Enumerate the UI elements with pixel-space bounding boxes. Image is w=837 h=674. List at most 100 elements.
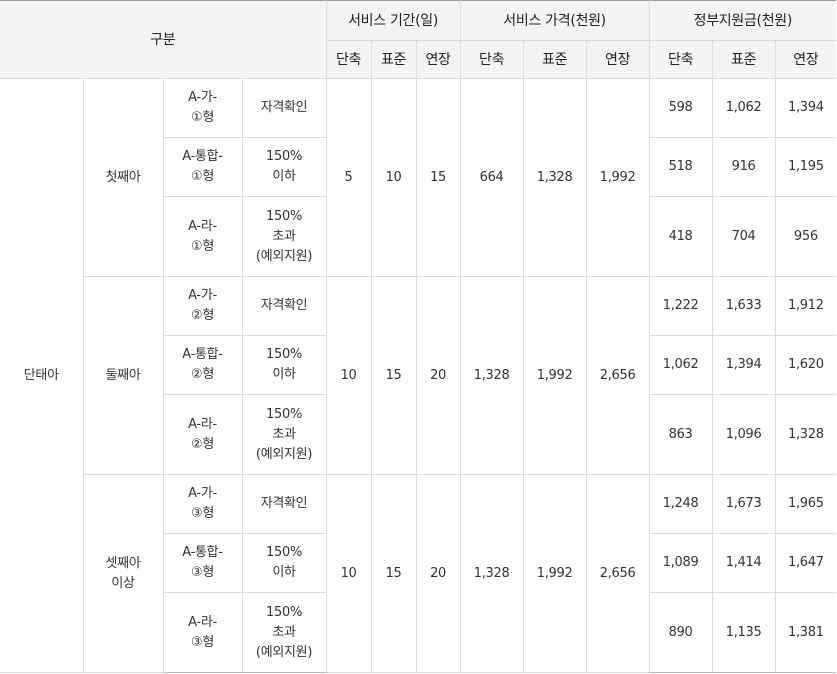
service-price-extended: 2,656 (585, 474, 650, 673)
subheader-price-standard: 표준 (522, 40, 587, 79)
subsidy-standard: 1,673 (711, 474, 776, 534)
eligibility-condition: 150% 이하 (241, 137, 327, 197)
eligibility-condition-line: 초과 (272, 624, 296, 640)
child-order-label: 둘째아 (83, 276, 164, 475)
eligibility-condition: 150% 초과 (예외지원) (241, 394, 327, 475)
service-type-line: ③형 (190, 565, 214, 580)
subheader-subsidy-short: 단축 (648, 40, 713, 79)
service-days-short: 10 (325, 474, 372, 673)
service-days-standard: 10 (370, 78, 417, 277)
service-type-line: ①형 (190, 169, 214, 184)
service-type: A-통합- ③형 (163, 533, 243, 593)
service-type-line: A-가- (188, 486, 217, 501)
eligibility-condition: 150% 이하 (241, 533, 327, 593)
child-order-line: 둘째아 (105, 367, 141, 383)
service-type-line: A-통합- (182, 545, 223, 560)
eligibility-condition: 자격확인 (241, 276, 327, 336)
subsidy-standard: 1,096 (711, 394, 776, 475)
service-type-line: ②형 (190, 308, 214, 323)
subsidy-short: 518 (648, 137, 713, 197)
subsidy-extended: 1,620 (774, 335, 837, 395)
eligibility-condition-line: 자격확인 (260, 100, 308, 115)
child-order-label: 첫째아 (82, 78, 164, 277)
subsidy-extended: 956 (774, 196, 837, 277)
service-price-short: 664 (459, 78, 524, 277)
subsidy-standard: 1,062 (711, 78, 776, 138)
eligibility-condition-line: 150% (266, 604, 302, 620)
service-type: A-가- ①형 (162, 78, 243, 138)
service-type-line: A-가- (188, 90, 217, 105)
child-order-label: 셋째아 이상 (83, 474, 164, 673)
service-type-line: A-통합- (182, 149, 223, 164)
subsidy-extended: 1,328 (774, 394, 837, 475)
service-type-line: A-통합- (182, 347, 223, 362)
subsidy-extended: 1,195 (774, 137, 837, 197)
eligibility-condition: 자격확인 (241, 474, 327, 534)
table-row: 둘째아 A-가- ②형 자격확인 10 15 20 1,328 1,992 2,656 1,222 1… (0, 276, 837, 475)
subsidy-extended: 1,965 (774, 474, 837, 534)
subsidy-short: 598 (648, 78, 713, 138)
eligibility-condition: 150% 이하 (241, 335, 327, 395)
child-order-line: 첫째아 (105, 169, 141, 185)
table-row: 단태아 첫째아 A-가- ①형 자격확인 5 10 15 664 1,328 1,992 598 1,0… (0, 78, 837, 673)
eligibility-condition-line: 150% (266, 347, 302, 362)
service-type: A-라- ①형 (163, 196, 243, 277)
service-type-line: A-라- (188, 218, 217, 234)
service-price-extended: 1,992 (585, 78, 650, 277)
service-type: A-라- ②형 (163, 394, 243, 475)
subsidy-standard: 1,394 (711, 335, 776, 395)
eligibility-condition-line: (예외지원) (255, 248, 313, 264)
subheader-subsidy-extended: 연장 (774, 40, 837, 79)
service-days-standard: 15 (370, 276, 417, 475)
service-price-extended: 2,656 (585, 276, 650, 475)
eligibility-condition-line: (예외지원) (255, 644, 313, 660)
eligibility-condition-line: 이하 (272, 169, 296, 184)
subheader-price-extended: 연장 (585, 40, 650, 79)
service-type-line: ①형 (190, 238, 214, 254)
eligibility-condition-line: 초과 (272, 228, 296, 244)
service-price-standard: 1,992 (522, 276, 587, 475)
service-type: A-라- ③형 (163, 592, 243, 673)
service-type: A-통합- ②형 (163, 335, 243, 395)
service-days-extended: 20 (415, 276, 461, 475)
eligibility-condition-line: 150% (266, 545, 302, 560)
eligibility-condition: 150% 초과 (예외지원) (241, 592, 327, 673)
eligibility-condition-line: 자격확인 (260, 298, 308, 313)
subsidy-short: 890 (648, 592, 713, 673)
subsidy-extended: 1,381 (774, 592, 837, 673)
service-fee-table: 구분 서비스 기간(일) 서비스 가격(천원) 정부지원금(천원) 단축 표준 … (0, 0, 837, 673)
subsidy-standard: 1,414 (711, 533, 776, 593)
eligibility-condition: 자격확인 (241, 78, 327, 138)
subheader-days-extended: 연장 (415, 40, 461, 79)
subheader-days-short: 단축 (326, 40, 372, 79)
subsidy-standard: 916 (711, 137, 776, 197)
subsidy-short: 1,222 (648, 276, 713, 336)
subsidy-standard: 1,633 (711, 276, 776, 336)
service-type-line: A-라- (188, 614, 217, 630)
header-category: 구분 (0, 0, 327, 79)
service-type-line: A-가- (188, 288, 217, 303)
subsidy-short: 418 (648, 196, 713, 277)
subsidy-extended: 1,394 (774, 78, 837, 138)
subsidy-short: 1,062 (648, 335, 713, 395)
subsidy-extended: 1,912 (774, 276, 837, 336)
eligibility-condition-line: 이하 (272, 565, 296, 580)
header-government-subsidy: 정부지원금(천원) (648, 0, 837, 41)
service-type-line: ②형 (190, 436, 214, 452)
service-type: A-가- ③형 (162, 474, 243, 534)
service-days-short: 5 (325, 78, 372, 277)
eligibility-condition-line: 150% (266, 208, 302, 224)
table-body: 단태아 첫째아 A-가- ①형 자격확인 5 10 15 664 1,328 1,992 598 1,0… (0, 78, 837, 673)
eligibility-condition-line: 이하 (272, 367, 296, 382)
subsidy-short: 1,089 (648, 533, 713, 593)
subsidy-short: 863 (648, 394, 713, 475)
eligibility-condition-line: (예외지원) (255, 446, 313, 462)
subheader-days-standard: 표준 (370, 40, 417, 79)
eligibility-condition-line: 150% (266, 406, 302, 422)
service-type: A-통합- ①형 (163, 137, 243, 197)
service-price-short: 1,328 (459, 474, 524, 673)
header-service-days: 서비스 기간(일) (325, 0, 461, 41)
subsidy-short: 1,248 (648, 474, 713, 534)
service-days-extended: 15 (415, 78, 461, 277)
service-type-line: ①형 (190, 110, 214, 125)
